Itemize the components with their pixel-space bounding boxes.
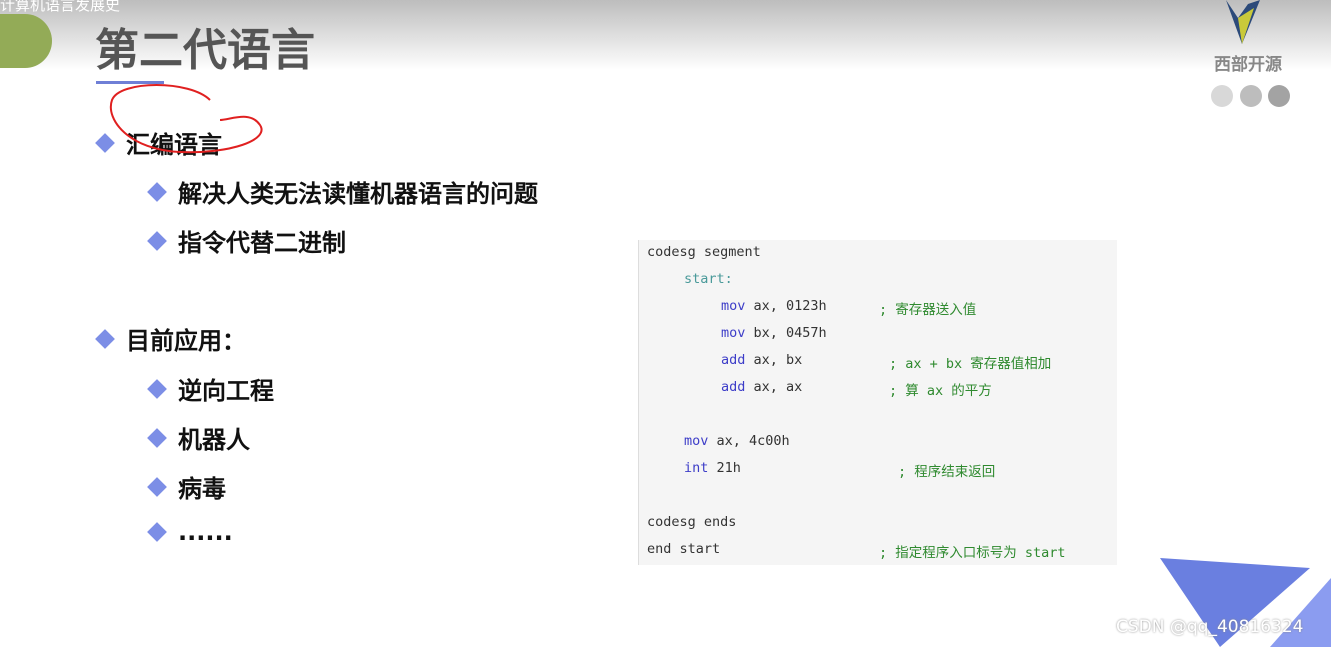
code-line: end start (647, 541, 721, 557)
brand-name: 西部开源 (1214, 55, 1282, 75)
slide-title: 第二代语言 (95, 25, 315, 76)
code-line: mov bx, 0457h (721, 325, 827, 341)
diamond-bullet-icon (95, 328, 115, 349)
diamond-bullet-icon (147, 522, 167, 542)
diamond-bullet-icon (147, 181, 167, 202)
code-comment: ; 寄存器送入值 (879, 302, 977, 318)
code-line: add ax, bx (721, 352, 803, 368)
bullet-item: 目前应用： (95, 321, 246, 356)
code-line: add ax, ax (721, 379, 803, 395)
bullet-text: 逆向工程 (178, 377, 274, 405)
bullet-text: 机器人 (178, 426, 250, 454)
bullet-text: 目前应用： (126, 327, 246, 355)
dot-decoration (1211, 85, 1233, 107)
bullet-item: 病毒 (147, 469, 226, 504)
bullet-text: 解决人类无法读懂机器语言的问题 (178, 180, 538, 208)
code-comment: ; 指定程序入口标号为 start (879, 545, 1066, 561)
dot-decoration (1268, 85, 1290, 107)
code-line: mov ax, 4c00h (684, 433, 790, 449)
watermark: CSDN @qq_40816324 (1116, 617, 1304, 637)
bullet-text: 指令代替二进制 (178, 229, 346, 257)
code-comment: ; 算 ax 的平方 (889, 383, 992, 399)
bullet-item: 逆向工程 (147, 371, 274, 406)
code-comment: ; 程序结束返回 (898, 464, 996, 480)
red-circle-annotation (109, 84, 263, 154)
bullet-text: 病毒 (178, 475, 226, 503)
brand-logo-icon (1226, 0, 1260, 44)
code-block: codesg segment start: mov ax, 0123h ; 寄存… (638, 240, 1117, 565)
green-tab-decoration (0, 14, 52, 68)
code-line: codesg segment (647, 244, 761, 260)
dot-decoration (1240, 85, 1262, 107)
bullet-item: 机器人 (147, 420, 250, 455)
diamond-bullet-icon (147, 476, 167, 497)
bullet-text: ...... (178, 518, 233, 546)
bullet-item: 指令代替二进制 (147, 223, 346, 258)
diamond-bullet-icon (147, 230, 167, 251)
code-comment: ; ax + bx 寄存器值相加 (889, 356, 1052, 372)
bullet-item: ...... (147, 518, 233, 546)
code-line: start: (684, 271, 733, 287)
bullet-item: 解决人类无法读懂机器语言的问题 (147, 174, 538, 209)
diamond-bullet-icon (147, 378, 167, 399)
code-line: mov ax, 0123h (721, 298, 827, 314)
code-line: codesg ends (647, 514, 737, 530)
video-title: 计算机语言发展史 (0, 0, 121, 14)
diamond-bullet-icon (147, 427, 167, 448)
code-line: int 21h (684, 460, 741, 476)
